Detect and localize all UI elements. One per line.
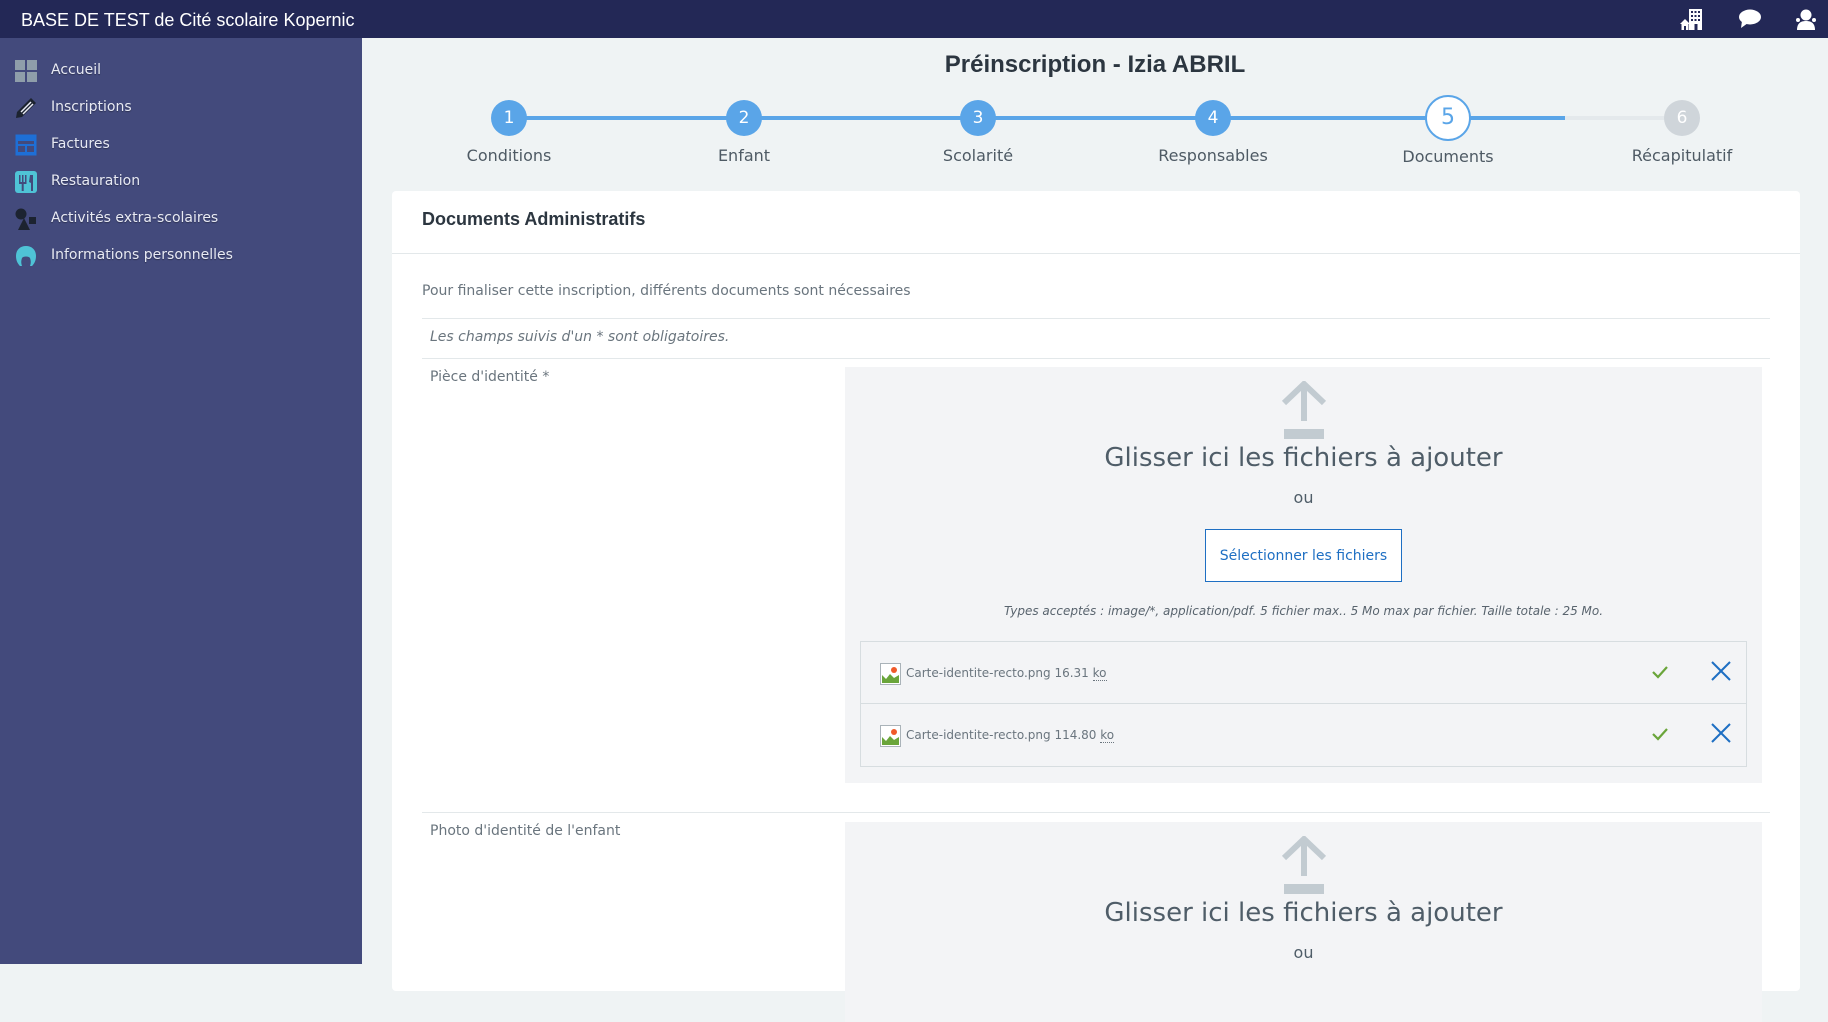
image-file-icon (880, 663, 901, 685)
sidebar: Accueil Inscriptions Factures Restaurati… (0, 38, 362, 964)
file-item: Carte-identite-recto.png 16.31 ko (861, 642, 1746, 704)
step-recapitulatif: 6 Récapitulatif (1602, 100, 1762, 165)
shapes-icon (15, 208, 36, 230)
file-name: Carte-identite-recto.png 16.31 ko (906, 666, 1107, 681)
sidebar-item-label: Restauration (51, 173, 141, 189)
school-icon[interactable] (1680, 8, 1704, 30)
sidebar-item-activites[interactable]: Activités extra-scolaires (0, 200, 362, 237)
step-scolarite[interactable]: 3 Scolarité (898, 100, 1058, 165)
card-title: Documents Administratifs (422, 209, 646, 229)
app-title: BASE DE TEST de Cité scolaire Kopernic (21, 10, 355, 30)
step-label: Récapitulatif (1631, 146, 1733, 165)
divider (422, 358, 1770, 359)
step-label: Conditions (466, 146, 552, 165)
sidebar-item-restauration[interactable]: Restauration (0, 163, 362, 200)
remove-file-icon[interactable] (1709, 721, 1733, 745)
dashboard-icon (15, 60, 37, 82)
step-label: Scolarité (942, 146, 1014, 165)
mandatory-note: Les champs suivis d'un * sont obligatoir… (430, 329, 730, 345)
or-text: ou (1293, 488, 1314, 507)
step-label: Responsables (1158, 146, 1268, 165)
divider (392, 253, 1800, 254)
chat-icon[interactable] (1738, 8, 1762, 30)
cutlery-icon (15, 171, 37, 193)
user-icon[interactable] (1794, 8, 1818, 30)
sidebar-item-label: Factures (51, 136, 110, 152)
step-number: 3 (960, 100, 996, 136)
top-bar: BASE DE TEST de Cité scolaire Kopernic (0, 0, 1828, 38)
accepted-types-text: Types acceptés : image/*, application/pd… (1003, 604, 1604, 618)
divider (422, 812, 1770, 813)
dropzone-photo-enfant[interactable]: Glisser ici les fichiers à ajouter ou (845, 822, 1762, 1022)
file-list: Carte-identite-recto.png 16.31 ko Carte-… (860, 641, 1747, 767)
dropzone-piece-identite[interactable]: Glisser ici les fichiers à ajouter ou Sé… (845, 367, 1762, 783)
image-file-icon (880, 725, 901, 747)
pencil-icon (16, 98, 36, 118)
step-enfant[interactable]: 2 Enfant (664, 100, 824, 165)
step-number: 4 (1195, 100, 1231, 136)
sidebar-item-label: Inscriptions (51, 99, 132, 115)
sidebar-item-factures[interactable]: Factures (0, 126, 362, 163)
field-label-photo-enfant: Photo d'identité de l'enfant (430, 823, 621, 839)
or-text: ou (1293, 943, 1314, 962)
sidebar-item-label: Informations personnelles (51, 247, 233, 263)
invoice-icon (15, 134, 37, 156)
documents-card: Documents Administratifs Pour finaliser … (392, 191, 1800, 1022)
sidebar-item-inscriptions[interactable]: Inscriptions (0, 89, 362, 126)
field-label-piece-identite: Pièce d'identité * (430, 369, 550, 385)
check-icon (1652, 666, 1668, 679)
divider (422, 318, 1770, 319)
step-documents[interactable]: 5 Documents (1368, 95, 1528, 166)
sidebar-item-label: Accueil (51, 62, 101, 78)
upload-icon (1281, 836, 1326, 894)
step-conditions[interactable]: 1 Conditions (429, 100, 589, 165)
step-label: Enfant (717, 146, 771, 165)
select-files-button[interactable]: Sélectionner les fichiers (1205, 529, 1402, 582)
check-icon (1652, 728, 1668, 741)
main-content: Préinscription - Izia ABRIL 1 Conditions… (362, 38, 1828, 1022)
sidebar-item-label: Activités extra-scolaires (51, 210, 219, 226)
file-item: Carte-identite-recto.png 114.80 ko (861, 704, 1746, 766)
step-number: 2 (726, 100, 762, 136)
intro-text: Pour finaliser cette inscription, différ… (422, 283, 911, 299)
upload-icon (1281, 381, 1326, 439)
sidebar-item-accueil[interactable]: Accueil (0, 52, 362, 89)
drop-text: Glisser ici les fichiers à ajouter (1104, 898, 1503, 928)
step-number: 5 (1425, 95, 1471, 141)
remove-file-icon[interactable] (1709, 659, 1733, 683)
person-icon (16, 246, 36, 266)
step-number: 1 (491, 100, 527, 136)
sidebar-item-informations[interactable]: Informations personnelles (0, 237, 362, 274)
drop-text: Glisser ici les fichiers à ajouter (1104, 443, 1503, 473)
step-label: Documents (1402, 147, 1494, 166)
step-responsables[interactable]: 4 Responsables (1133, 100, 1293, 165)
step-number: 6 (1664, 100, 1700, 136)
file-name: Carte-identite-recto.png 114.80 ko (906, 728, 1115, 743)
